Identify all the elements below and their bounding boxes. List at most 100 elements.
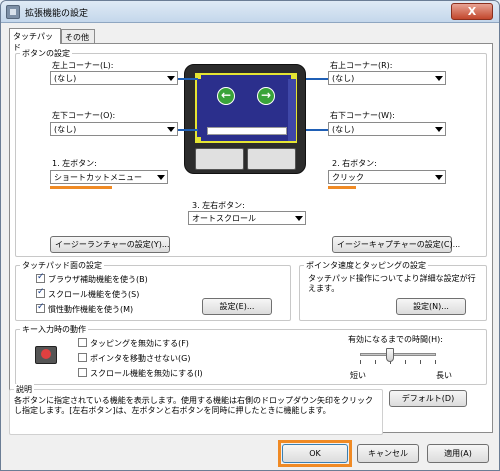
freeze-pointer-label: ポインタを移動させない(G)	[90, 354, 191, 363]
disable-scroll-label: スクロール機能を無効にする(I)	[90, 369, 203, 378]
close-button[interactable]: X	[451, 3, 493, 20]
pointer-speed-legend: ポインタ速度とタッピングの設定	[304, 260, 428, 271]
timeout-slider[interactable]	[360, 346, 436, 366]
checkbox-box[interactable]	[36, 287, 45, 298]
touchpad-illustration: ← →	[184, 64, 306, 174]
forward-arrow-icon: →	[257, 87, 275, 105]
connector-bottom-left	[178, 129, 198, 131]
bottom-left-corner-value: (なし)	[54, 125, 77, 134]
top-left-corner-select[interactable]: (なし)	[50, 71, 178, 85]
tab-other[interactable]: その他	[61, 29, 95, 44]
horizontal-scroll-zone	[207, 127, 287, 135]
checkbox-box[interactable]	[36, 302, 45, 313]
top-right-corner-label: 右上コーナー(R):	[330, 61, 393, 70]
top-right-corner-select[interactable]: (なし)	[328, 71, 446, 85]
tab-touchpad[interactable]: タッチパッド	[9, 28, 61, 52]
touchpad-surface-settings-button[interactable]: 設定(E)...	[202, 298, 272, 315]
left-button-value: ショートカットメニュー	[54, 173, 142, 182]
left-button-label: 1. 左ボタン:	[52, 159, 97, 168]
touchpad-right-button	[247, 148, 296, 170]
top-right-corner-value: (なし)	[332, 74, 355, 83]
description-legend: 説明	[14, 384, 34, 395]
left-button-select[interactable]: ショートカットメニュー	[50, 170, 168, 184]
freeze-pointer-checkbox[interactable]: ポインタを移動させない(G)	[78, 353, 190, 364]
right-button-select[interactable]: クリック	[328, 170, 446, 184]
description-text: 各ボタンに指定されている機能を表示します。使用する機能は右側のドロップダウン矢印…	[14, 396, 373, 415]
window-title: 拡張機能の設定	[25, 9, 89, 19]
vertical-scroll-zone	[288, 79, 296, 141]
chevron-down-icon	[295, 216, 303, 221]
disable-scroll-checkbox[interactable]: スクロール機能を無効にする(I)	[78, 368, 203, 379]
dialog-footer	[1, 435, 499, 470]
both-buttons-value: オートスクロール	[192, 214, 256, 223]
top-left-corner-label: 左上コーナー(L):	[52, 61, 114, 70]
checkbox-box[interactable]	[78, 338, 87, 347]
window-app-icon	[6, 5, 20, 19]
touchpad-surface: ← →	[195, 73, 297, 143]
chevron-down-icon	[167, 127, 175, 132]
bottom-right-corner-label: 右下コーナー(W):	[330, 111, 395, 120]
left-button-highlight	[50, 186, 112, 189]
chevron-down-icon	[435, 175, 443, 180]
key-input-group: キー入力時の動作 タッピングを無効にする(F) ポインタを移動させない(G) ス…	[15, 324, 487, 385]
inertia-function-label: 慣性動作機能を使う(M)	[48, 305, 134, 314]
ok-button-highlight	[278, 440, 352, 467]
slider-track[interactable]	[360, 353, 436, 356]
easy-capture-settings-button[interactable]: イージーキャプチャーの設定(C)...	[332, 236, 460, 253]
connector-bottom-right	[306, 129, 328, 131]
browser-assist-checkbox[interactable]: ブラウザ補助機能を使う(B)	[36, 272, 148, 285]
scroll-function-label: スクロール機能を使う(S)	[48, 290, 140, 299]
disable-tapping-checkbox[interactable]: タッピングを無効にする(F)	[78, 338, 189, 349]
chevron-down-icon	[167, 76, 175, 81]
slider-tick	[435, 360, 436, 364]
slider-tick	[405, 360, 406, 364]
easy-launcher-settings-button[interactable]: イージーランチャーの設定(Y)...	[50, 236, 170, 253]
pointer-speed-settings-button[interactable]: 設定(N)...	[396, 298, 466, 315]
back-arrow-icon: ←	[217, 87, 235, 105]
bottom-left-corner-select[interactable]: (なし)	[50, 122, 178, 136]
default-button[interactable]: デフォルト(D)	[389, 390, 467, 407]
cancel-button[interactable]: キャンセル	[357, 444, 419, 463]
right-button-label: 2. 右ボタン:	[332, 159, 377, 168]
apply-button[interactable]: 適用(A)	[427, 444, 489, 463]
pointer-speed-group: ポインタ速度とタッピングの設定 タッチパッド操作についてより詳細な設定が行えます…	[299, 260, 487, 321]
key-input-legend: キー入力時の動作	[20, 324, 88, 335]
button-settings-legend: ボタンの設定	[20, 48, 72, 59]
bottom-left-corner-label: 左下コーナー(O):	[52, 111, 116, 120]
pointer-speed-description: タッチパッド操作についてより詳細な設定が行えます。	[308, 274, 476, 293]
slider-thumb[interactable]	[386, 348, 394, 362]
slider-tick	[420, 360, 421, 364]
connector-top-right	[306, 78, 328, 80]
touchpad-surface-group: タッチパッド面の設定 ブラウザ補助機能を使う(B) スクロール機能を使う(S) …	[15, 260, 291, 321]
timeout-label: 有効になるまでの時間(H):	[348, 335, 443, 344]
bottom-right-corner-value: (なし)	[332, 125, 355, 134]
right-button-highlight	[328, 186, 356, 189]
both-buttons-label: 3. 左右ボタン:	[192, 201, 245, 210]
title-bar: 拡張機能の設定 X	[1, 1, 499, 23]
touchpad-surface-legend: タッチパッド面の設定	[20, 260, 104, 271]
connector-top-left	[178, 78, 198, 80]
touchpad-left-button	[195, 148, 244, 170]
slider-tick	[375, 360, 376, 364]
bottom-right-corner-select[interactable]: (なし)	[328, 122, 446, 136]
chevron-down-icon	[435, 127, 443, 132]
slider-tick	[360, 360, 361, 364]
right-button-value: クリック	[332, 173, 364, 182]
top-left-corner-value: (なし)	[54, 74, 77, 83]
checkbox-box[interactable]	[78, 368, 87, 377]
chevron-down-icon	[157, 175, 165, 180]
keyboard-icon	[35, 346, 57, 364]
scroll-function-checkbox[interactable]: スクロール機能を使う(S)	[36, 287, 140, 300]
inertia-function-checkbox[interactable]: 慣性動作機能を使う(M)	[36, 302, 134, 315]
disable-tapping-label: タッピングを無効にする(F)	[90, 339, 189, 348]
button-settings-group: ボタンの設定 左上コーナー(L): (なし) 右上コーナー(R): (なし) 左…	[15, 48, 487, 257]
corner-marker-bottom-left	[195, 137, 201, 143]
checkbox-box[interactable]	[36, 272, 45, 283]
checkbox-box[interactable]	[78, 353, 87, 362]
both-buttons-select[interactable]: オートスクロール	[188, 211, 306, 225]
browser-assist-label: ブラウザ補助機能を使う(B)	[48, 275, 148, 284]
slider-short-label: 短い	[350, 371, 366, 380]
close-icon[interactable]: X	[468, 5, 476, 18]
chevron-down-icon	[435, 76, 443, 81]
settings-window: 拡張機能の設定 X タッチパッド その他 ボタンの設定 左上コーナー(L): (…	[0, 0, 500, 471]
